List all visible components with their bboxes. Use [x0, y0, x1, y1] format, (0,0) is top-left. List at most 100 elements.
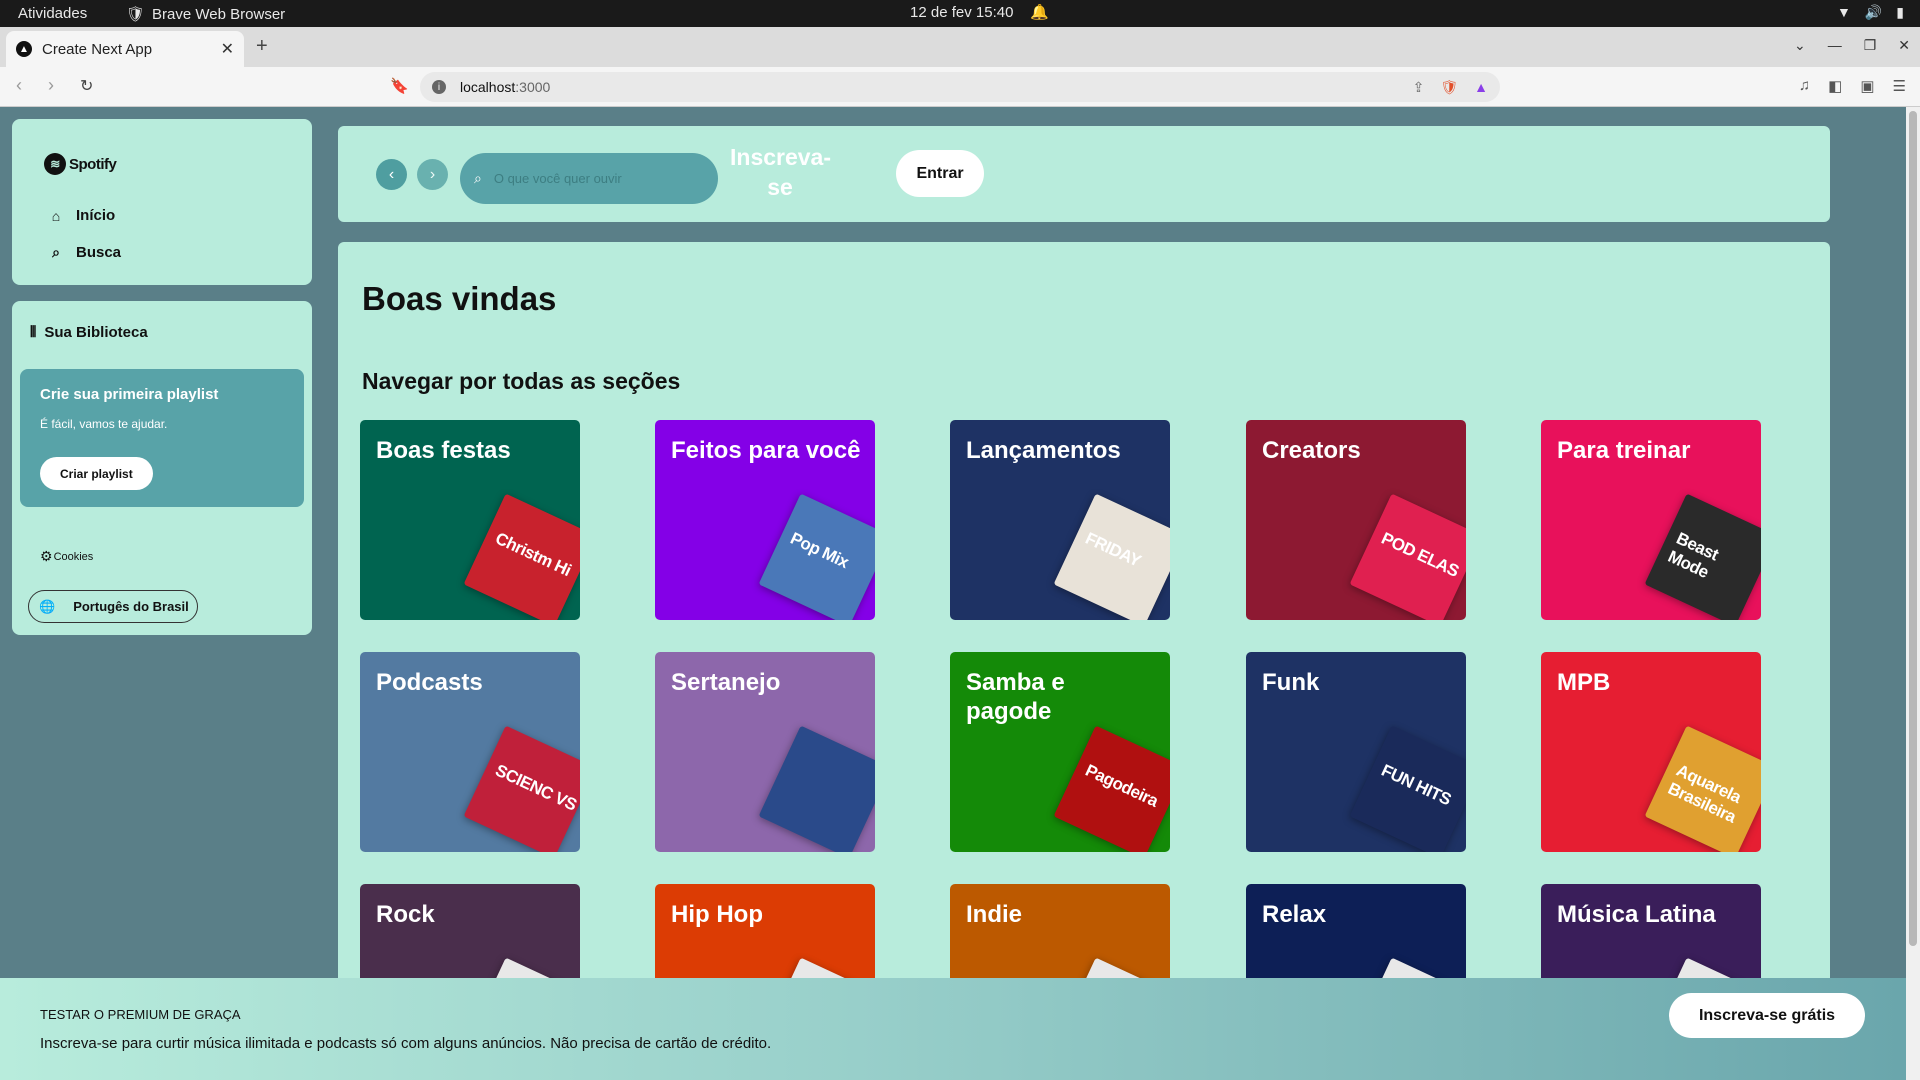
- genre-card-label: Feitos para você: [671, 437, 861, 464]
- signup-free-button[interactable]: Inscreva-se grátis: [1669, 993, 1865, 1038]
- back-icon[interactable]: ‹: [16, 75, 22, 96]
- search-box[interactable]: ⌕: [460, 153, 718, 204]
- globe-icon: 🌐: [39, 598, 56, 614]
- genre-card[interactable]: Creators POD ELAS: [1246, 420, 1466, 620]
- search-icon: ⌕: [474, 170, 482, 186]
- address-bar[interactable]: i localhost:3000 ⇪ 🛡 ▲: [420, 72, 1500, 102]
- genre-card-label: Música Latina: [1557, 901, 1716, 928]
- section-title: Navegar por todas as seções: [362, 368, 681, 394]
- genre-card-cover: POD ELAS: [1349, 493, 1466, 620]
- genre-card[interactable]: Funk FUN HITS: [1246, 652, 1466, 852]
- sidebar-toggle-icon[interactable]: ◧: [1828, 77, 1842, 95]
- forward-arrow-button[interactable]: ›: [417, 159, 448, 190]
- genre-card[interactable]: Podcasts SCIENC VS: [360, 652, 580, 852]
- cookie-icon: ⚙: [40, 548, 53, 564]
- menu-icon[interactable]: ☰: [1893, 77, 1906, 95]
- genre-card-label: Lançamentos: [966, 437, 1121, 464]
- bookmark-icon[interactable]: 🔖: [390, 77, 409, 95]
- genre-card-cover: Pop Mix: [758, 493, 875, 620]
- genre-card-label: Para treinar: [1557, 437, 1691, 464]
- search-icon: ⌕: [52, 244, 60, 260]
- language-button[interactable]: 🌐 Portugês do Brasil: [28, 590, 198, 623]
- toolbar-right-icons: ♫ ◧ ▣ ☰: [1799, 77, 1906, 95]
- wallet-icon[interactable]: ▣: [1860, 77, 1874, 95]
- activities-button[interactable]: Atividades: [18, 5, 87, 22]
- back-arrow-button[interactable]: ‹: [376, 159, 407, 190]
- browser-tab[interactable]: ▲ Create Next App ✕: [6, 31, 244, 67]
- genre-card[interactable]: MPB Aquarela Brasileira: [1541, 652, 1761, 852]
- signup-link[interactable]: Inscreva- se: [730, 142, 832, 202]
- minimize-icon[interactable]: —: [1828, 37, 1842, 54]
- genre-card[interactable]: Sertanejo: [655, 652, 875, 852]
- genre-card[interactable]: Samba e pagode Pagodeira: [950, 652, 1170, 852]
- active-app[interactable]: 🛡 Brave Web Browser: [126, 5, 286, 24]
- genre-card[interactable]: Feitos para você Pop Mix: [655, 420, 875, 620]
- spotify-logo-icon: ≋: [44, 153, 66, 175]
- genre-card-cover-text: Pop Mix: [787, 528, 852, 572]
- signup-line-1: Inscreva-: [730, 144, 832, 170]
- clock[interactable]: 12 de fev 15:40: [910, 4, 1013, 21]
- genre-card-cover: Aquarela Brasileira: [1644, 725, 1761, 852]
- genre-card-cover-text: Christm Hi: [492, 528, 574, 581]
- genre-card-cover: FUN HITS: [1349, 725, 1466, 852]
- forward-icon[interactable]: ›: [48, 75, 54, 96]
- brave-rewards-icon[interactable]: ▲: [1474, 79, 1488, 95]
- volume-icon: 🔊: [1864, 4, 1883, 20]
- page-title: Boas vindas: [362, 280, 557, 317]
- sidebar-item-home[interactable]: ⌂ Início: [48, 207, 115, 224]
- brave-shields-icon[interactable]: 🛡: [1440, 79, 1458, 96]
- sidebar-nav-panel: ≋ Spotify ⌂ Início ⌕ Busca: [12, 119, 312, 285]
- playlist-card-title: Crie sua primeira playlist: [40, 386, 219, 403]
- sidebar-item-label: Busca: [76, 244, 122, 261]
- genre-card-label: Indie: [966, 901, 1023, 928]
- create-playlist-button[interactable]: Criar playlist: [40, 457, 153, 490]
- tab-search-chevron-icon[interactable]: ⌄: [1794, 37, 1806, 54]
- maximize-icon[interactable]: ❐: [1864, 37, 1877, 54]
- genre-card-label: Rock: [376, 901, 435, 928]
- sidebar-item-search[interactable]: ⌕ Busca: [48, 244, 121, 261]
- genre-card-label: Boas festas: [376, 437, 511, 464]
- genre-card[interactable]: Lançamentos FRIDAY: [950, 420, 1170, 620]
- create-playlist-card: Crie sua primeira playlist É fácil, vamo…: [20, 369, 304, 507]
- media-icon[interactable]: ♫: [1799, 77, 1810, 95]
- url-port: :3000: [515, 79, 551, 95]
- genre-card-cover: Beast Mode: [1644, 493, 1761, 620]
- brave-lion-icon: 🛡: [126, 6, 146, 23]
- share-icon[interactable]: ⇪: [1413, 79, 1425, 96]
- battery-icon: ▮: [1896, 4, 1904, 20]
- library-title: Sua Biblioteca: [44, 324, 148, 341]
- scrollbar-thumb[interactable]: [1909, 111, 1917, 946]
- spotify-logo[interactable]: ≋ Spotify: [44, 153, 117, 175]
- notification-bell-icon[interactable]: 🔔: [1030, 3, 1049, 21]
- genre-card-label: Relax: [1262, 901, 1327, 928]
- premium-banner: TESTAR O PREMIUM DE GRAÇA Inscreva-se pa…: [0, 978, 1906, 1080]
- genre-card-cover: Christm Hi: [463, 493, 580, 620]
- genre-card[interactable]: Para treinar Beast Mode: [1541, 420, 1761, 620]
- cookies-label: Cookies: [53, 550, 94, 563]
- system-tray[interactable]: ▼ 🔊 ▮: [1837, 4, 1904, 21]
- library-icon: ⫴: [30, 324, 37, 341]
- genre-card-cover: [758, 725, 875, 852]
- search-input[interactable]: [493, 171, 694, 186]
- new-tab-icon[interactable]: +: [256, 35, 268, 58]
- close-window-icon[interactable]: ✕: [1898, 37, 1910, 54]
- main-content: Boas vindas Navegar por todas as seções …: [338, 242, 1830, 1080]
- genre-card[interactable]: Boas festas Christm Hi: [360, 420, 580, 620]
- active-app-label: Brave Web Browser: [152, 5, 286, 23]
- site-info-icon[interactable]: i: [432, 80, 446, 94]
- reload-icon[interactable]: ↻: [80, 76, 93, 96]
- page-scrollbar[interactable]: [1906, 107, 1920, 1080]
- library-heading[interactable]: ⫴ Sua Biblioteca: [30, 324, 148, 341]
- genre-card-cover: SCIENC VS: [463, 725, 580, 852]
- login-button[interactable]: Entrar: [896, 150, 984, 197]
- language-label: Portugês do Brasil: [73, 599, 189, 614]
- genre-card-label: Samba e pagode: [966, 669, 1065, 725]
- close-tab-icon[interactable]: ✕: [221, 39, 234, 59]
- playlist-card-subtitle: É fácil, vamos te ajudar.: [40, 417, 168, 431]
- genre-card-cover-text: Pagodeira: [1082, 760, 1161, 811]
- os-top-bar: Atividades 🛡 Brave Web Browser 12 de fev…: [0, 0, 1920, 27]
- genre-card-cover-text: Beast Mode: [1665, 528, 1722, 582]
- cookies-link[interactable]: ⚙ Cookies: [40, 548, 93, 565]
- genre-card-cover: FRIDAY: [1053, 493, 1170, 620]
- home-icon: ⌂: [51, 207, 61, 224]
